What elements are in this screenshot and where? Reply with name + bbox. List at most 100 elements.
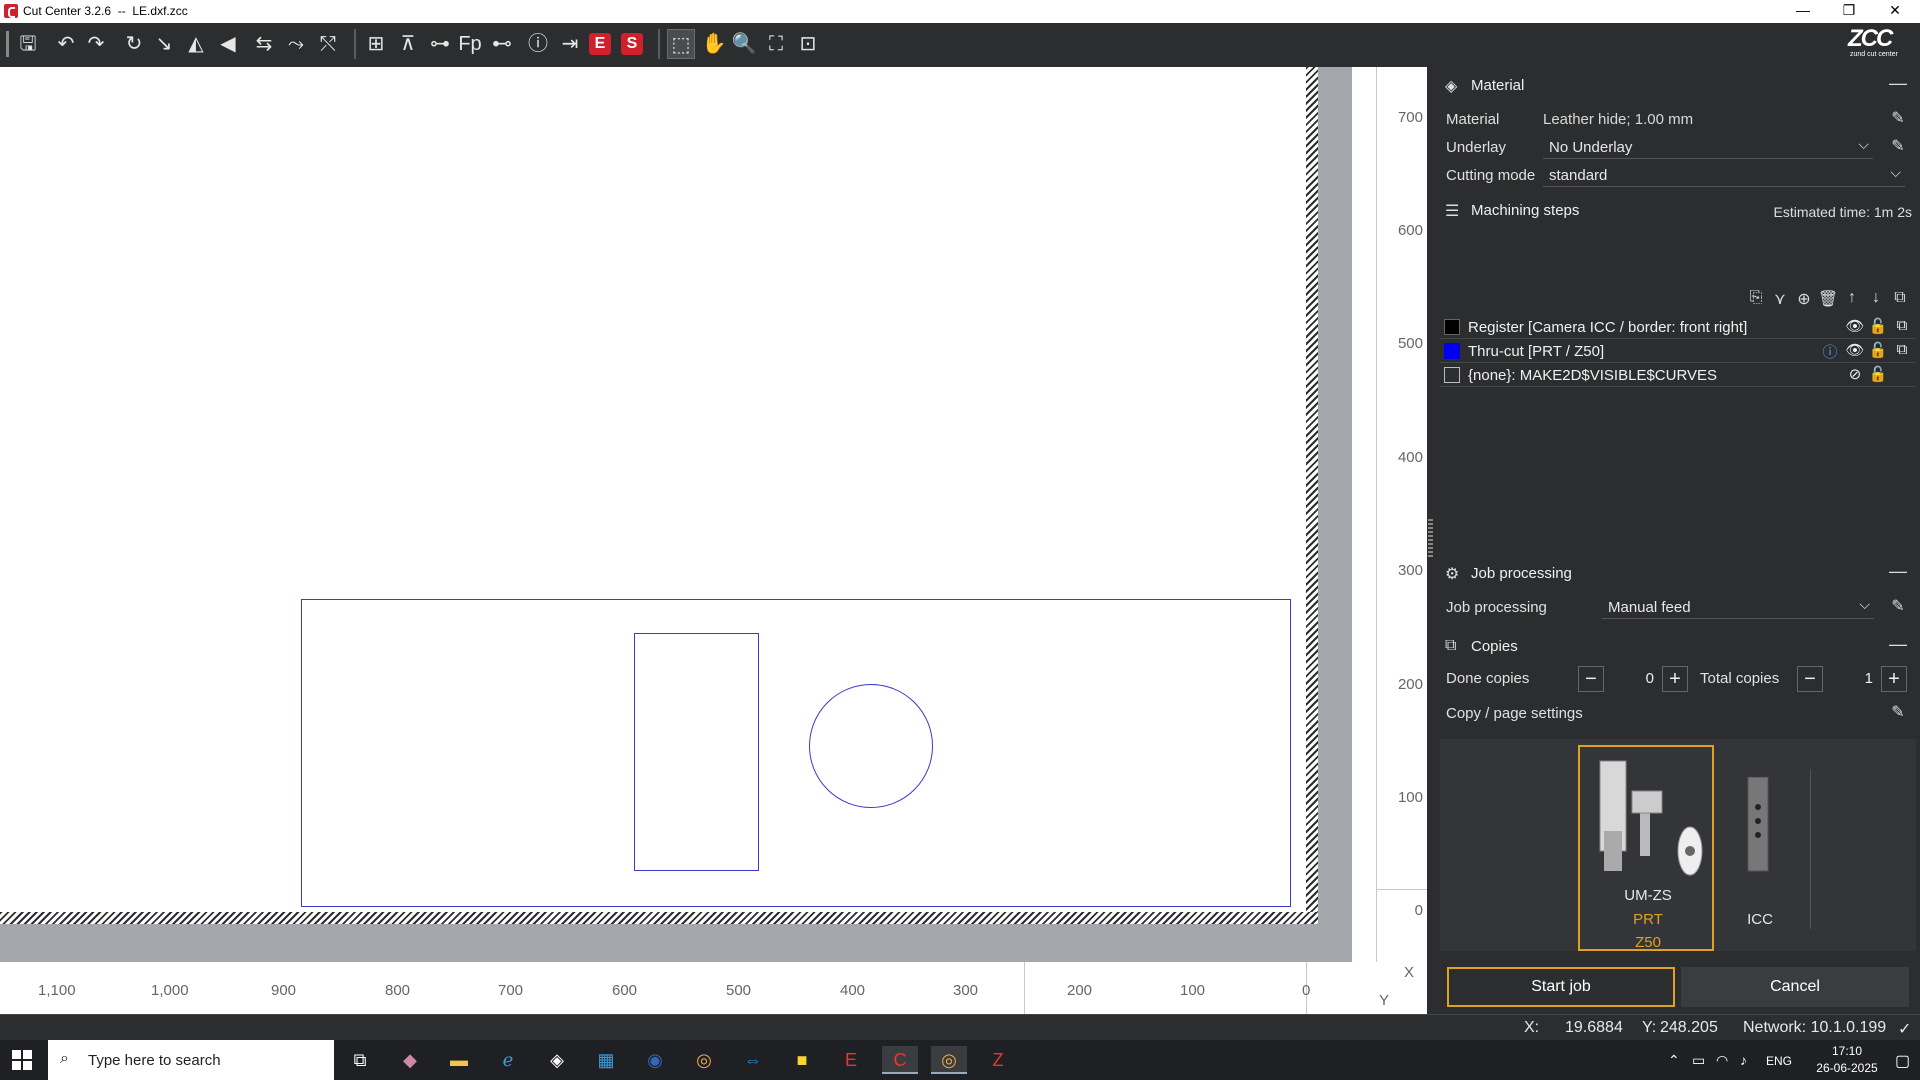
edit-pencil-icon[interactable]: ✎: [1888, 596, 1908, 616]
material-section-header[interactable]: ◈ Material —: [1435, 69, 1920, 101]
rotate-icon[interactable]: ↻: [120, 29, 148, 59]
chrome-icon[interactable]: ◎: [686, 1046, 722, 1074]
notification-icon[interactable]: ▢: [1895, 1051, 1910, 1080]
inner-rectangle[interactable]: [634, 633, 759, 871]
nest-icon[interactable]: ⊼: [394, 29, 422, 59]
edge-icon[interactable]: ◉: [637, 1046, 673, 1074]
wifi-icon[interactable]: ◠: [1716, 1052, 1728, 1080]
merge-step-icon[interactable]: ⋎: [1769, 289, 1791, 311]
duplicate-icon[interactable]: ⧉: [1892, 317, 1912, 337]
panel-splitter[interactable]: [1427, 67, 1435, 1014]
outer-rectangle[interactable]: [301, 599, 1291, 907]
restore-button[interactable]: ❐: [1826, 0, 1872, 23]
lock-open-icon[interactable]: 🔓: [1868, 341, 1888, 361]
close-button[interactable]: ✕: [1872, 0, 1918, 23]
canvas-area[interactable]: 700 600 500 400 300 200 100 0 1,100 1,00…: [0, 67, 1427, 1014]
increment-button[interactable]: +: [1881, 666, 1907, 692]
e-app-icon[interactable]: E: [833, 1046, 869, 1074]
fp-icon[interactable]: Fp: [456, 29, 484, 59]
move-diagonal-icon[interactable]: ↘: [150, 29, 178, 59]
mirror-vertical-icon[interactable]: ◭: [182, 29, 210, 59]
collapse-icon[interactable]: —: [1888, 561, 1908, 581]
done-copies-stepper[interactable]: − 0 +: [1578, 666, 1688, 692]
lock-open-icon[interactable]: 🔓: [1868, 317, 1888, 337]
info-icon[interactable]: ⓘ: [524, 29, 552, 59]
duplicate-icon[interactable]: ⧉: [1889, 289, 1911, 311]
new-step-icon[interactable]: ⎘: [1745, 289, 1767, 311]
calculator-icon[interactable]: ▦: [588, 1046, 624, 1074]
job-processing-section-header[interactable]: ⚙ Job processing —: [1435, 557, 1920, 589]
lock-open-icon[interactable]: 🔓: [1868, 365, 1888, 385]
move-up-icon[interactable]: ↑: [1841, 289, 1863, 311]
taskbar-date[interactable]: 26-06-2025: [1802, 1061, 1892, 1080]
decrement-button[interactable]: −: [1797, 666, 1823, 692]
chrome-active-icon[interactable]: ◎: [931, 1046, 967, 1074]
redo-icon[interactable]: ↷: [82, 29, 110, 59]
job-processing-select[interactable]: Manual feed ⌵: [1602, 595, 1874, 619]
save-icon[interactable]: 🖫: [14, 29, 42, 59]
increment-button[interactable]: +: [1662, 666, 1688, 692]
edit-pencil-icon[interactable]: ✎: [1888, 702, 1908, 722]
total-copies-value[interactable]: 1: [1833, 670, 1873, 687]
edit-pencil-icon[interactable]: ✎: [1888, 108, 1908, 128]
underlay-select[interactable]: No Underlay ⌵: [1543, 135, 1873, 159]
list-item[interactable]: {none}: MAKE2D$VISIBLE$CURVES ⊘ 🔓: [1440, 363, 1916, 387]
cancel-button[interactable]: Cancel: [1681, 967, 1909, 1007]
info-icon[interactable]: ⓘ: [1820, 341, 1840, 361]
decrement-button[interactable]: −: [1578, 666, 1604, 692]
file-explorer-icon[interactable]: ▬: [441, 1046, 477, 1074]
volume-icon[interactable]: ♪: [1740, 1052, 1747, 1080]
total-copies-stepper[interactable]: − 1 +: [1797, 666, 1907, 692]
select-pointer-icon[interactable]: ⬚: [667, 29, 695, 59]
s-tool-icon[interactable]: S: [621, 33, 643, 55]
undo-icon[interactable]: ↶: [52, 29, 80, 59]
splitter-grip[interactable]: [1428, 517, 1433, 557]
import-icon[interactable]: ⇥: [556, 29, 584, 59]
move-down-icon[interactable]: ↓: [1865, 289, 1887, 311]
cutting-mode-select[interactable]: standard ⌵: [1543, 163, 1905, 187]
delete-step-icon[interactable]: 🗑: [1817, 289, 1839, 311]
start-job-button[interactable]: Start job: [1447, 967, 1675, 1007]
eye-hidden-icon[interactable]: ⊘: [1845, 365, 1865, 385]
circle-shape[interactable]: [809, 684, 933, 808]
path-delete-icon[interactable]: ⤲: [314, 29, 342, 59]
list-item[interactable]: Register [Camera ICC / border: front rig…: [1440, 315, 1916, 339]
eye-icon[interactable]: 👁: [1845, 341, 1865, 361]
cut-order-icon[interactable]: ⊷: [488, 29, 516, 59]
zund-app-icon[interactable]: Z: [980, 1046, 1016, 1074]
machining-section-header[interactable]: ☰ Machining steps Estimated time: 1m 2s: [1435, 194, 1920, 226]
duplicate-icon[interactable]: ⧉: [1892, 341, 1912, 361]
zoom-fit-icon[interactable]: ⛶: [762, 29, 790, 59]
tray-device-icon[interactable]: ▭: [1692, 1052, 1705, 1080]
mirror-horizontal-icon[interactable]: ◀: [214, 29, 242, 59]
inkscape-icon[interactable]: ◈: [539, 1046, 575, 1074]
copilot-icon[interactable]: ◆: [392, 1046, 428, 1074]
list-item[interactable]: Thru-cut [PRT / Z50] ⓘ 👁 🔓 ⧉: [1440, 339, 1916, 363]
tool-card-icc[interactable]: ICC: [1716, 745, 1800, 951]
cut-center-app-icon[interactable]: C: [882, 1046, 918, 1074]
edit-pencil-icon[interactable]: ✎: [1888, 136, 1908, 156]
e-tool-icon[interactable]: E: [589, 33, 611, 55]
copies-section-header[interactable]: ⧉ Copies —: [1435, 630, 1920, 662]
sticky-notes-icon[interactable]: ■: [784, 1046, 820, 1074]
language-indicator[interactable]: ENG: [1766, 1054, 1792, 1080]
pan-hand-icon[interactable]: ✋: [700, 29, 728, 59]
eye-icon[interactable]: 👁: [1845, 317, 1865, 337]
collapse-icon[interactable]: —: [1888, 73, 1908, 93]
align-icon[interactable]: ⇆: [250, 29, 278, 59]
minimize-button[interactable]: —: [1780, 0, 1826, 23]
zoom-extents-icon[interactable]: ⊡: [794, 29, 822, 59]
windows-start-icon[interactable]: [12, 1050, 32, 1070]
tool-card-um-zs[interactable]: UM-ZS PRT Z50: [1578, 745, 1714, 951]
arrange-icon[interactable]: ⊶: [426, 29, 454, 59]
collapse-icon[interactable]: —: [1888, 634, 1908, 654]
add-step-icon[interactable]: ⊕: [1793, 289, 1815, 311]
done-copies-value[interactable]: 0: [1614, 670, 1654, 687]
tray-chevron-icon[interactable]: ⌃: [1668, 1052, 1680, 1080]
path-edit-icon[interactable]: ⤳: [282, 29, 310, 59]
distribute-icon[interactable]: ⊞: [362, 29, 390, 59]
taskbar-search[interactable]: ⌕ Type here to search: [48, 1040, 334, 1080]
zoom-icon[interactable]: 🔍: [730, 29, 758, 59]
internet-explorer-icon[interactable]: ℯ: [490, 1046, 526, 1074]
task-view-icon[interactable]: ⧉: [342, 1046, 378, 1074]
